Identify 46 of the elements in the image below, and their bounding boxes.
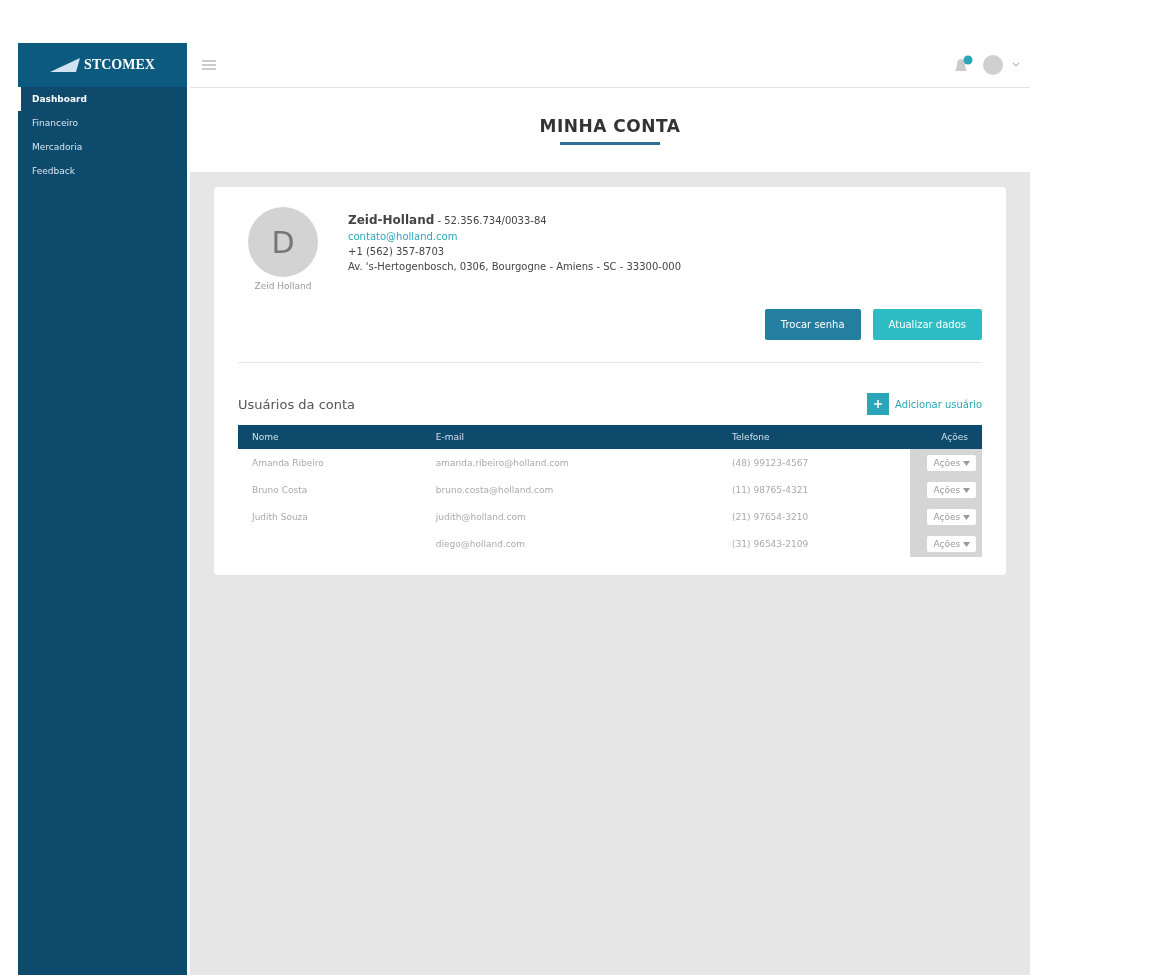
account-name: Zeid-Holland [348, 213, 435, 227]
address: Av. 's-Hertogenbosch, 0306, Bourgogne - Amiens - SC - 33300-000 [348, 261, 681, 272]
action-button[interactable]: Trocar senha [764, 309, 861, 340]
table-cell: (11) 98765-4321 [718, 476, 910, 503]
column-header: Telefone [718, 425, 910, 449]
avatar-icon[interactable] [982, 54, 1004, 76]
table-cell-text: judith@holland.com [434, 510, 527, 524]
table-cell: (21) 97654-3210 [718, 503, 910, 530]
avatar-caption: Zeid Holland [254, 281, 312, 291]
table-cell-text: Bruno Costa [251, 483, 309, 497]
email-link[interactable]: contato@holland.com [348, 231, 681, 242]
table-cell-text: bruno.costa@holland.com [434, 483, 555, 497]
table-cell: amanda.ribeiro@holland.com [421, 449, 719, 476]
table-cell: Amanda Ribeiro [238, 449, 422, 476]
actions-dropdown[interactable]: Ações [927, 508, 976, 525]
menu-icon[interactable] [202, 60, 216, 70]
table-cell-text: Judith Souza [250, 510, 309, 524]
document-number: - 52.356.734/0033-84 [437, 215, 547, 226]
plus-icon [867, 393, 890, 415]
sidebar-item[interactable]: Mercadoria [18, 135, 187, 159]
caret-icon [963, 460, 970, 466]
caret-icon [963, 487, 970, 493]
caret-icon [963, 514, 970, 520]
logo-icon [50, 58, 81, 72]
action-button[interactable]: Atualizar dados [872, 309, 982, 340]
avatar: D [248, 207, 318, 277]
column-header: Nome [238, 425, 422, 449]
section-title: Usuários da conta [238, 396, 356, 412]
table-cell-text: diego@holland.com [434, 537, 526, 551]
sidebar-item[interactable]: Dashboard [18, 87, 187, 111]
caret-icon[interactable] [1012, 62, 1020, 68]
sidebar-item[interactable]: Feedback [18, 159, 187, 183]
sidebar-item[interactable]: Financeiro [18, 111, 187, 135]
column-header: Ações [910, 425, 982, 449]
phone-number: +1 (562) 357-8703 [348, 246, 446, 257]
table-cell: (48) 99123-4567 [718, 449, 910, 476]
brand-name: STCOMEX [84, 57, 155, 73]
caret-icon [963, 541, 970, 547]
page-title: MINHA CONTA [539, 115, 681, 136]
actions-dropdown[interactable]: Ações [927, 535, 976, 552]
add-user-label[interactable]: Adicionar usuário [895, 398, 982, 410]
actions-dropdown[interactable]: Ações [927, 454, 976, 471]
actions-dropdown[interactable]: Ações [927, 481, 976, 498]
table-cell: (31) 96543-2109 [718, 530, 910, 557]
column-header: E-mail [421, 425, 719, 449]
add-user-link[interactable]: Adicionar usuário [867, 393, 982, 415]
